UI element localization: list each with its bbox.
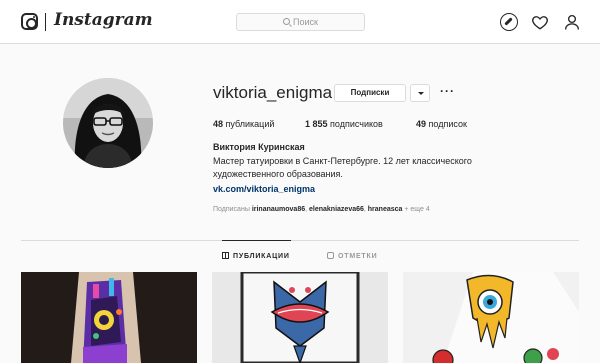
- followed-by-more[interactable]: + еще 4: [404, 206, 429, 213]
- tabs-divider: [21, 240, 579, 241]
- instagram-wordmark[interactable]: Instagram: [54, 10, 153, 30]
- tab-tagged-label: ОТМЕТКИ: [338, 253, 378, 260]
- top-navigation-bar: Instagram Поиск: [0, 0, 600, 44]
- posts-count-label: публикаций: [225, 119, 275, 129]
- followed-by[interactable]: Подписаны irinanaumova86, elenakniazeva6…: [213, 206, 430, 213]
- search-input[interactable]: Поиск: [236, 13, 365, 31]
- following-link[interactable]: 49 подписок: [416, 119, 467, 129]
- heart-icon[interactable]: [531, 13, 549, 31]
- user-icon[interactable]: [563, 13, 581, 31]
- search-placeholder: Поиск: [293, 17, 318, 27]
- profile-website-link[interactable]: vk.com/viktoria_enigma: [213, 184, 315, 194]
- suggestions-dropdown-button[interactable]: [410, 84, 430, 102]
- post-thumbnail[interactable]: [21, 272, 197, 363]
- compass-icon[interactable]: [500, 13, 518, 31]
- tab-tagged[interactable]: ОТМЕТКИ: [327, 252, 377, 260]
- post-thumbnail[interactable]: [212, 272, 388, 363]
- chevron-down-icon: [418, 92, 424, 95]
- search-icon: [283, 18, 290, 25]
- follower-user-2[interactable]: elenakniazeva66: [309, 206, 364, 213]
- posts-count-value: 48: [213, 119, 224, 129]
- grid-icon: [222, 252, 229, 259]
- followers-count-value: 1 855: [305, 119, 328, 129]
- following-label: подписок: [428, 119, 467, 129]
- profile-bio: Мастер татуировки в Санкт-Петербурге. 12…: [213, 156, 472, 179]
- follower-user-3[interactable]: hraneasca: [368, 206, 403, 213]
- profile-full-name: Виктория Куринская: [213, 142, 305, 152]
- followers-link[interactable]: 1 855 подписчиков: [305, 119, 383, 129]
- tab-posts-label: ПУБЛИКАЦИИ: [233, 253, 290, 260]
- tab-posts[interactable]: ПУБЛИКАЦИИ: [222, 252, 290, 260]
- following-button[interactable]: Подписки: [334, 84, 406, 102]
- followed-by-prefix: Подписаны: [213, 206, 250, 213]
- post-thumbnail[interactable]: [403, 272, 579, 363]
- tag-icon: [327, 252, 334, 259]
- posts-count: 48 публикаций: [213, 119, 274, 129]
- active-tab-indicator: [222, 240, 291, 241]
- logo-divider: [45, 13, 46, 31]
- instagram-camera-icon[interactable]: [21, 13, 38, 30]
- following-count-value: 49: [416, 119, 427, 129]
- avatar[interactable]: [63, 78, 153, 168]
- more-options-icon[interactable]: ···: [440, 84, 455, 98]
- follower-user-1[interactable]: irinanaumova86: [252, 206, 305, 213]
- profile-username: viktoria_enigma: [213, 83, 333, 102]
- followers-label: подписчиков: [330, 119, 383, 129]
